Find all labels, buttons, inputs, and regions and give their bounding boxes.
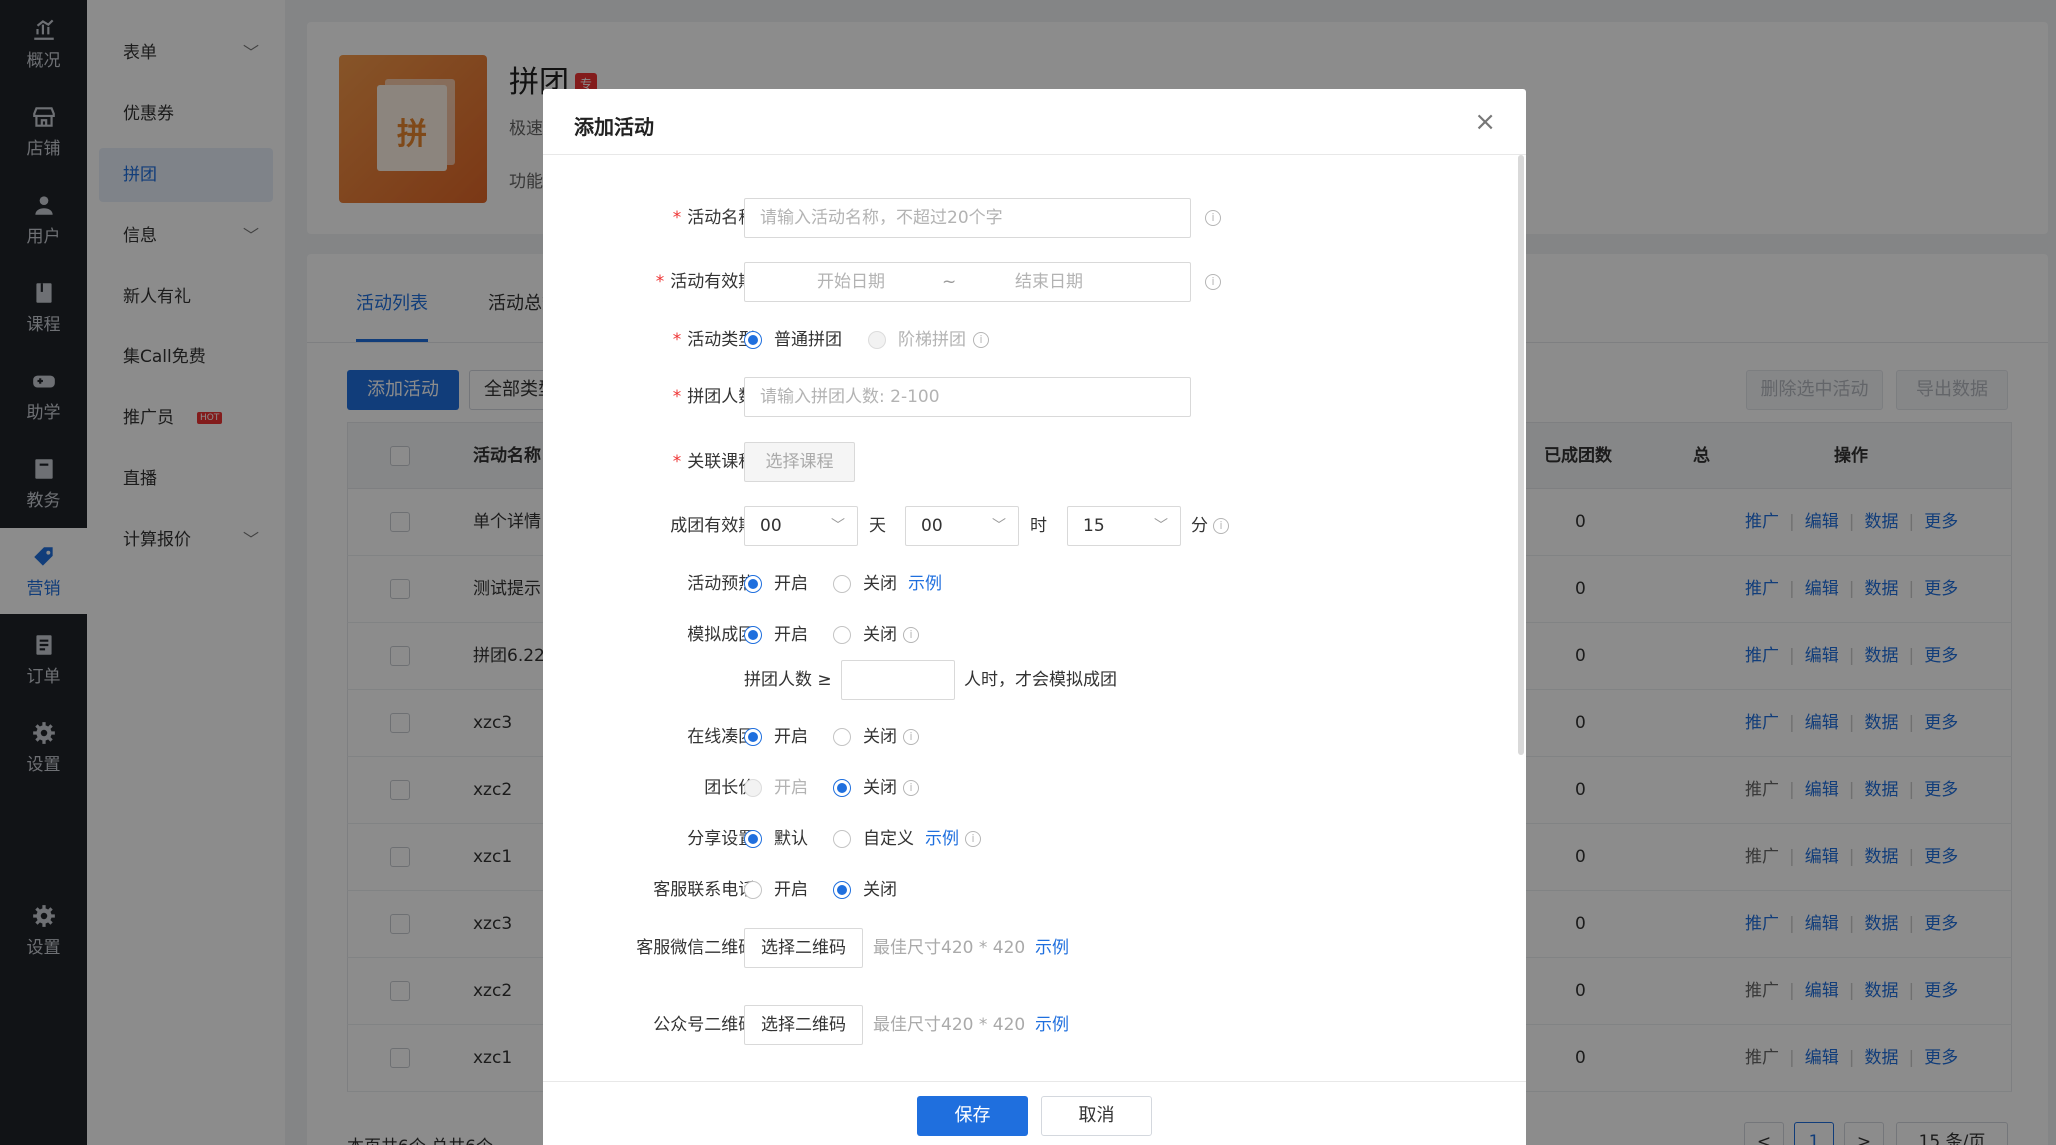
share-custom-label[interactable]: 自定义 [863, 819, 914, 859]
info-icon: i [903, 729, 919, 745]
field-service-phone: 客服联系电话: 开启 关闭 [543, 870, 1526, 910]
hour-select[interactable]: 00 ﹀ [905, 506, 1019, 546]
save-button[interactable]: 保存 [917, 1096, 1028, 1136]
type-normal-radio[interactable] [744, 331, 762, 349]
field-activity-period: * 活动有效期: 开始日期 ~ 结束日期 i [543, 262, 1526, 302]
group-size-input[interactable]: 请输入拼团人数: 2-100 [744, 377, 1191, 417]
online-off-label[interactable]: 关闭 [863, 717, 897, 757]
day-select[interactable]: 00 ﹀ [744, 506, 858, 546]
info-icon: i [973, 332, 989, 348]
simulate-off-radio[interactable] [833, 626, 851, 644]
preheat-on-radio[interactable] [744, 575, 762, 593]
select-mp-qr-button[interactable]: 选择二维码 [744, 1005, 863, 1045]
chevron-down-icon: ﹀ [1154, 518, 1168, 534]
phone-off-label[interactable]: 关闭 [863, 870, 897, 910]
online-on-label[interactable]: 开启 [774, 717, 808, 757]
share-default-radio[interactable] [744, 830, 762, 848]
simulate-threshold-input[interactable] [841, 660, 955, 700]
modal-title: 添加活动 [574, 115, 654, 139]
field-share-settings: 分享设置: 默认 自定义 示例 i [543, 819, 1526, 859]
phone-off-radio[interactable] [833, 881, 851, 899]
mp-qr-example-link[interactable]: 示例 [1035, 1005, 1069, 1045]
info-icon: i [903, 780, 919, 796]
start-date-input[interactable]: 开始日期 [817, 263, 885, 301]
info-icon: i [965, 831, 981, 847]
field-online-group: 在线凑团: 开启 关闭 i [543, 717, 1526, 757]
simulate-threshold-prefix: 拼团人数 ≥ [744, 670, 832, 690]
field-activity-name: * 活动名称: 请输入活动名称，不超过20个字 i [543, 198, 1526, 238]
field-wechat-qr: 客服微信二维码: 选择二维码 最佳尺寸420 * 420 示例 [543, 928, 1526, 968]
field-activity-type: * 活动类型: 普通拼团 阶梯拼团 i [543, 320, 1526, 360]
select-wechat-qr-button[interactable]: 选择二维码 [744, 928, 863, 968]
phone-on-label[interactable]: 开启 [774, 870, 808, 910]
mp-qr-hint: 最佳尺寸420 * 420 [873, 1015, 1026, 1035]
preheat-off-label[interactable]: 关闭 [863, 564, 897, 604]
wechat-qr-example-link[interactable]: 示例 [1035, 928, 1069, 968]
hour-unit: 时 [1030, 516, 1047, 536]
online-off-radio[interactable] [833, 728, 851, 746]
info-icon: i [1205, 210, 1221, 226]
modal-header: 添加活动 × [543, 89, 1526, 155]
field-preheat: 活动预热: 开启 关闭 示例 [543, 564, 1526, 604]
share-example-link[interactable]: 示例 [925, 819, 959, 859]
field-leader-price: 团长价: 开启 关闭 i [543, 768, 1526, 808]
wechat-qr-hint: 最佳尺寸420 * 420 [873, 938, 1026, 958]
online-on-radio[interactable] [744, 728, 762, 746]
minute-unit: 分 [1191, 516, 1208, 536]
leader-off-label[interactable]: 关闭 [863, 768, 897, 808]
info-icon: i [903, 627, 919, 643]
type-tiered-radio[interactable] [868, 331, 886, 349]
chevron-down-icon: ﹀ [831, 518, 845, 534]
activity-name-input[interactable]: 请输入活动名称，不超过20个字 [744, 198, 1191, 238]
type-tiered-label[interactable]: 阶梯拼团 [898, 320, 966, 360]
preheat-on-label[interactable]: 开启 [774, 564, 808, 604]
share-custom-radio[interactable] [833, 830, 851, 848]
cancel-button[interactable]: 取消 [1041, 1096, 1152, 1136]
field-group-validity: 成团有效期: 00 ﹀ 天 00 ﹀ 时 15 ﹀ 分 i [543, 506, 1526, 546]
leader-off-radio[interactable] [833, 779, 851, 797]
info-icon: i [1213, 518, 1229, 534]
field-simulate-group: 模拟成团: 开启 关闭 i [543, 615, 1526, 655]
field-related-course: * 关联课程: 选择课程 [543, 442, 1526, 482]
end-date-input[interactable]: 结束日期 [1015, 263, 1083, 301]
field-mp-qr: 公众号二维码: 选择二维码 最佳尺寸420 * 420 示例 [543, 1005, 1526, 1045]
date-range-picker[interactable]: 开始日期 ~ 结束日期 [744, 262, 1191, 302]
simulate-on-radio[interactable] [744, 626, 762, 644]
share-default-label[interactable]: 默认 [774, 819, 808, 859]
phone-on-radio[interactable] [744, 881, 762, 899]
simulate-on-label[interactable]: 开启 [774, 615, 808, 655]
select-course-button[interactable]: 选择课程 [744, 442, 855, 482]
info-icon: i [1205, 274, 1221, 290]
chevron-down-icon: ﹀ [992, 518, 1006, 534]
preheat-off-radio[interactable] [833, 575, 851, 593]
modal-footer: 保存 取消 [543, 1081, 1526, 1145]
type-normal-label[interactable]: 普通拼团 [774, 320, 842, 360]
add-activity-modal: 添加活动 × * 活动名称: 请输入活动名称，不超过20个字 i * 活动有效期: … [543, 89, 1526, 1145]
preheat-example-link[interactable]: 示例 [908, 564, 942, 604]
wechat-qr-label: 客服微信二维码: [636, 938, 761, 958]
day-unit: 天 [869, 516, 886, 536]
minute-select[interactable]: 15 ﹀ [1067, 506, 1181, 546]
date-separator: ~ [942, 272, 957, 292]
field-group-size: * 拼团人数: 请输入拼团人数: 2-100 [543, 377, 1526, 417]
simulate-off-label[interactable]: 关闭 [863, 615, 897, 655]
simulate-threshold-suffix: 人时，才会模拟成团 [964, 670, 1117, 690]
leader-on-radio[interactable] [744, 779, 762, 797]
close-icon[interactable]: × [1474, 107, 1496, 137]
field-simulate-threshold: 拼团人数 ≥ 人时，才会模拟成团 [543, 660, 1526, 700]
leader-on-label[interactable]: 开启 [774, 768, 808, 808]
